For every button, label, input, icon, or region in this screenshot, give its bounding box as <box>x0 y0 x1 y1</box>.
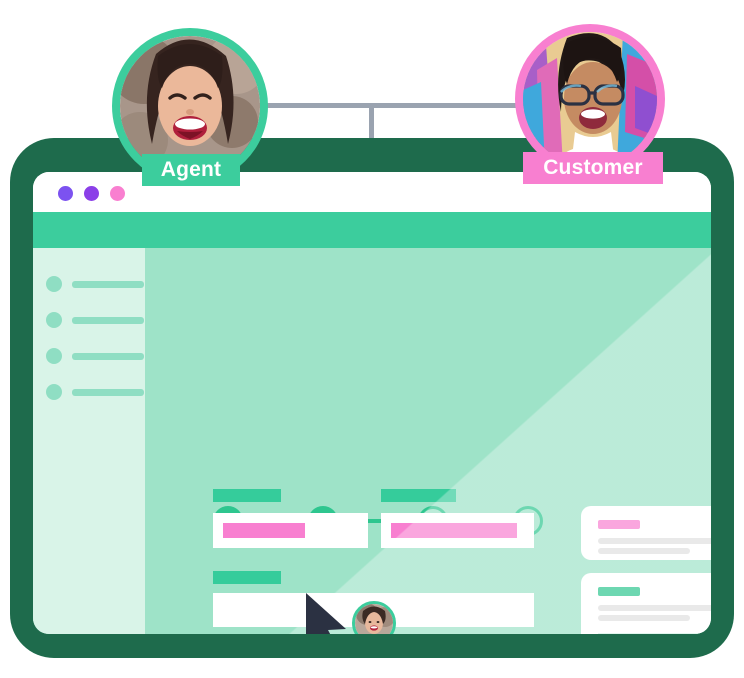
badge-customer: Customer <box>523 152 663 184</box>
sidebar-item-label <box>72 317 144 324</box>
card-secure-payment-heading <box>598 587 640 596</box>
app-toolbar <box>33 212 711 248</box>
card-summary-heading <box>598 520 640 529</box>
left-sidebar <box>33 248 145 634</box>
field-last-name-label <box>381 489 456 502</box>
badge-agent: Agent <box>142 154 240 186</box>
sidebar-bullet-icon <box>46 348 62 364</box>
card-summary-line-1 <box>598 538 711 544</box>
card-secure-payment[interactable] <box>581 573 711 634</box>
window-dot-purple-blue[interactable] <box>58 186 73 201</box>
card-summary-line-2 <box>598 548 690 554</box>
lock-icon <box>598 633 699 634</box>
avatar-customer-image <box>523 32 657 166</box>
cursor-agent[interactable] <box>302 591 350 634</box>
connector-line-horizontal <box>250 103 539 108</box>
sidebar-bullet-icon <box>46 384 62 400</box>
card-secure-payment-line-1 <box>598 605 711 611</box>
browser-window <box>33 172 711 634</box>
field-address-label <box>213 571 281 584</box>
field-first-name-value <box>223 523 305 538</box>
sidebar-bullet-icon <box>46 312 62 328</box>
secure-panel <box>598 633 699 634</box>
sidebar-bullet-icon <box>46 276 62 292</box>
sidebar-item-label <box>72 389 144 396</box>
field-last-name-value <box>391 523 517 538</box>
field-first-name-label <box>213 489 281 502</box>
scene-root: Agent Customer <box>0 0 744 678</box>
field-last-name-input[interactable] <box>381 513 534 548</box>
avatar-agent-mini-image <box>355 604 393 634</box>
window-dot-pink[interactable] <box>110 186 125 201</box>
window-dot-purple[interactable] <box>84 186 99 201</box>
card-summary[interactable] <box>581 506 711 560</box>
field-first-name-input[interactable] <box>213 513 368 548</box>
app-canvas <box>33 248 711 634</box>
sidebar-item-label <box>72 281 144 288</box>
sidebar-item-label <box>72 353 144 360</box>
card-secure-payment-line-2 <box>598 615 690 621</box>
